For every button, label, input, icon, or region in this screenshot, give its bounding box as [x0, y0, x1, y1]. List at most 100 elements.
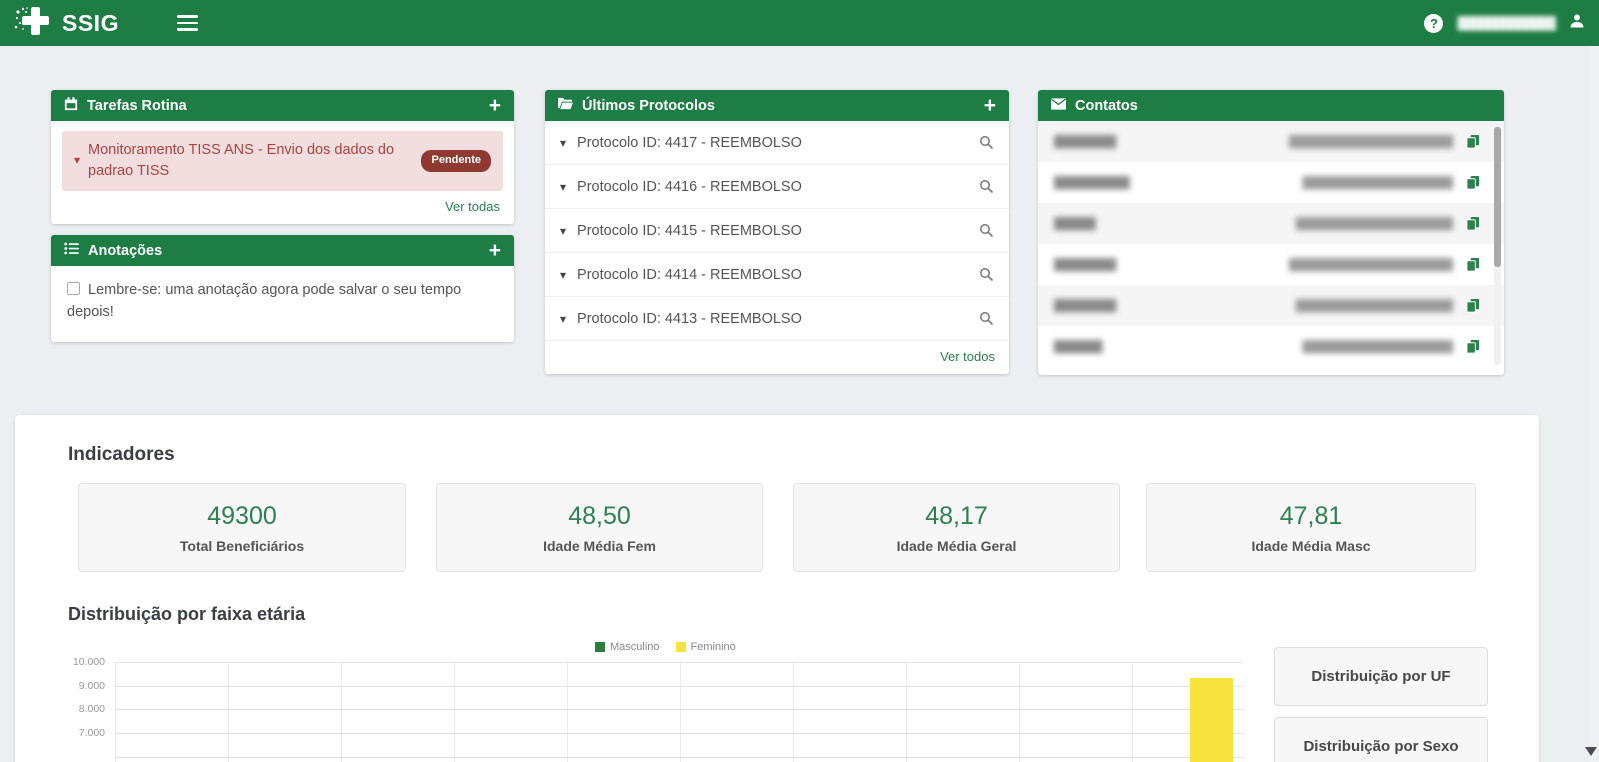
y-tick: 9.000	[50, 680, 105, 692]
card-ultimos-protocolos: Últimos Protocolos + ▾ Protocolo ID: 441…	[545, 90, 1009, 374]
copy-icon[interactable]	[1466, 216, 1480, 231]
add-anotacao-button[interactable]: +	[489, 240, 501, 261]
search-icon[interactable]	[979, 267, 994, 282]
protocolo-label: Protocolo ID: 4415 - REEMBOLSO	[577, 223, 802, 239]
contact-row[interactable]: ███████████ ██████████████████████	[1038, 162, 1504, 203]
note-checkbox[interactable]	[67, 282, 80, 295]
stat-idade-media-fem: 48,50 Idade Média Fem	[436, 483, 763, 572]
contacts-scrollbar[interactable]	[1494, 125, 1501, 365]
feminino-swatch-icon	[676, 642, 686, 652]
scroll-down-arrow-icon[interactable]	[1585, 747, 1597, 756]
ver-todos-link[interactable]: Ver todos	[545, 341, 1009, 374]
stat-value: 48,17	[925, 502, 988, 531]
contact-email-redacted: ████████████████████████	[1289, 259, 1452, 271]
caret-down-icon[interactable]: ▾	[560, 312, 566, 326]
list-icon	[64, 242, 79, 259]
tarefas-header: Tarefas Rotina +	[51, 90, 514, 121]
contact-row[interactable]: █████████ ███████████████████████	[1038, 285, 1504, 326]
contact-name-redacted: █████████	[1054, 259, 1115, 271]
status-badge: Pendente	[421, 150, 491, 172]
envelope-icon	[1051, 98, 1066, 114]
tarefa-item[interactable]: ▾ Monitoramento TISS ANS - Envio dos dad…	[62, 131, 503, 191]
dashboard-screen: SSIG ? █████████████ Tarefas Rotina + ▾ …	[0, 0, 1599, 762]
stat-total-beneficiarios: 49300 Total Beneficiários	[78, 483, 406, 572]
indicadores-title: Indicadores	[68, 444, 175, 466]
search-icon[interactable]	[979, 223, 994, 238]
y-tick: 8.000	[50, 703, 105, 715]
contact-row[interactable]: █████████ ████████████████████████	[1038, 244, 1504, 285]
folder-open-icon	[558, 97, 573, 114]
contact-email-redacted: ███████████████████████	[1296, 218, 1452, 230]
contact-name-redacted: ███████	[1054, 341, 1102, 353]
tarefas-title: Tarefas Rotina	[87, 98, 187, 114]
contact-name-redacted: ██████	[1054, 218, 1095, 230]
y-tick: 7.000	[50, 727, 105, 739]
search-icon[interactable]	[979, 135, 994, 150]
add-tarefa-button[interactable]: +	[489, 95, 501, 116]
user-icon[interactable]	[1569, 13, 1585, 34]
contact-row[interactable]: ███████ ██████████████████████	[1038, 326, 1504, 367]
caret-down-icon[interactable]: ▾	[560, 136, 566, 150]
navbar: SSIG ? █████████████	[0, 0, 1599, 46]
distribuicao-uf-button[interactable]: Distribuição por UF	[1274, 647, 1488, 706]
distribuicao-sexo-button[interactable]: Distribuição por Sexo	[1274, 717, 1488, 762]
caret-down-icon[interactable]: ▾	[560, 224, 566, 238]
legend-masculino[interactable]: Masculino	[595, 641, 660, 653]
protocolo-row[interactable]: ▾ Protocolo ID: 4416 - REEMBOLSO	[545, 165, 1009, 209]
chart-legend: Masculino Feminino	[595, 641, 736, 653]
protocolo-label: Protocolo ID: 4416 - REEMBOLSO	[577, 179, 802, 195]
contacts-scrollbar-thumb[interactable]	[1494, 127, 1501, 267]
feminino-bar[interactable]	[1190, 678, 1233, 762]
chart-title: Distribuição por faixa etária	[68, 604, 305, 625]
protocolo-label: Protocolo ID: 4414 - REEMBOLSO	[577, 267, 802, 283]
copy-icon[interactable]	[1466, 339, 1480, 354]
username-redacted[interactable]: █████████████	[1457, 16, 1555, 30]
chart-gridline	[115, 662, 1243, 663]
medical-cross-logo-icon	[14, 5, 54, 42]
stat-value: 49300	[207, 502, 277, 531]
contact-row[interactable]: █████████ ████████████████████████	[1038, 121, 1504, 162]
protocolo-label: Protocolo ID: 4413 - REEMBOLSO	[577, 311, 802, 327]
page-scrollbar[interactable]	[1590, 46, 1599, 762]
caret-down-icon[interactable]: ▾	[560, 180, 566, 194]
protocolo-row[interactable]: ▾ Protocolo ID: 4415 - REEMBOLSO	[545, 209, 1009, 253]
add-protocolo-button[interactable]: +	[984, 95, 996, 116]
chart-gridline	[115, 733, 1243, 734]
legend-feminino[interactable]: Feminino	[676, 641, 736, 653]
protocolo-row[interactable]: ▾ Protocolo ID: 4413 - REEMBOLSO	[545, 297, 1009, 341]
copy-icon[interactable]	[1466, 175, 1480, 190]
anotacoes-title: Anotações	[88, 243, 162, 259]
ver-todas-link[interactable]: Ver todas	[51, 191, 514, 224]
card-tarefas-rotina: Tarefas Rotina + ▾ Monitoramento TISS AN…	[51, 90, 514, 224]
contatos-header: Contatos	[1038, 90, 1504, 121]
copy-icon[interactable]	[1466, 257, 1480, 272]
stat-label: Idade Média Geral	[897, 538, 1017, 554]
contact-row[interactable]: ██████ ███████████████████████	[1038, 203, 1504, 244]
stat-value: 47,81	[1280, 502, 1343, 531]
chart-gridline	[115, 686, 1243, 687]
protocolo-row[interactable]: ▾ Protocolo ID: 4417 - REEMBOLSO	[545, 121, 1009, 165]
protocolos-header: Últimos Protocolos +	[545, 90, 1009, 121]
anotacoes-body: Lembre-se: uma anotação agora pode salva…	[51, 266, 514, 342]
chart-gridline	[115, 757, 1243, 758]
copy-icon[interactable]	[1466, 298, 1480, 313]
chart-gridlines-vertical	[115, 662, 1244, 762]
navbar-right: ? █████████████	[1424, 13, 1585, 34]
tarefas-body: ▾ Monitoramento TISS ANS - Envio dos dad…	[51, 121, 514, 191]
chart-gridline	[115, 709, 1243, 710]
copy-icon[interactable]	[1466, 134, 1480, 149]
caret-down-icon[interactable]: ▾	[560, 268, 566, 282]
protocolo-row[interactable]: ▾ Protocolo ID: 4414 - REEMBOLSO	[545, 253, 1009, 297]
search-icon[interactable]	[979, 311, 994, 326]
masculino-swatch-icon	[595, 642, 605, 652]
app-logo[interactable]: SSIG	[14, 5, 119, 42]
menu-icon[interactable]	[177, 15, 198, 31]
anotacoes-header: Anotações +	[51, 235, 514, 266]
legend-label: Masculino	[610, 641, 660, 653]
search-icon[interactable]	[979, 179, 994, 194]
contatos-title: Contatos	[1075, 98, 1138, 114]
help-icon[interactable]: ?	[1424, 14, 1443, 33]
caret-down-icon[interactable]: ▾	[74, 152, 80, 169]
card-anotacoes: Anotações + Lembre-se: uma anotação agor…	[51, 235, 514, 342]
contact-email-redacted: ██████████████████████	[1303, 341, 1452, 353]
